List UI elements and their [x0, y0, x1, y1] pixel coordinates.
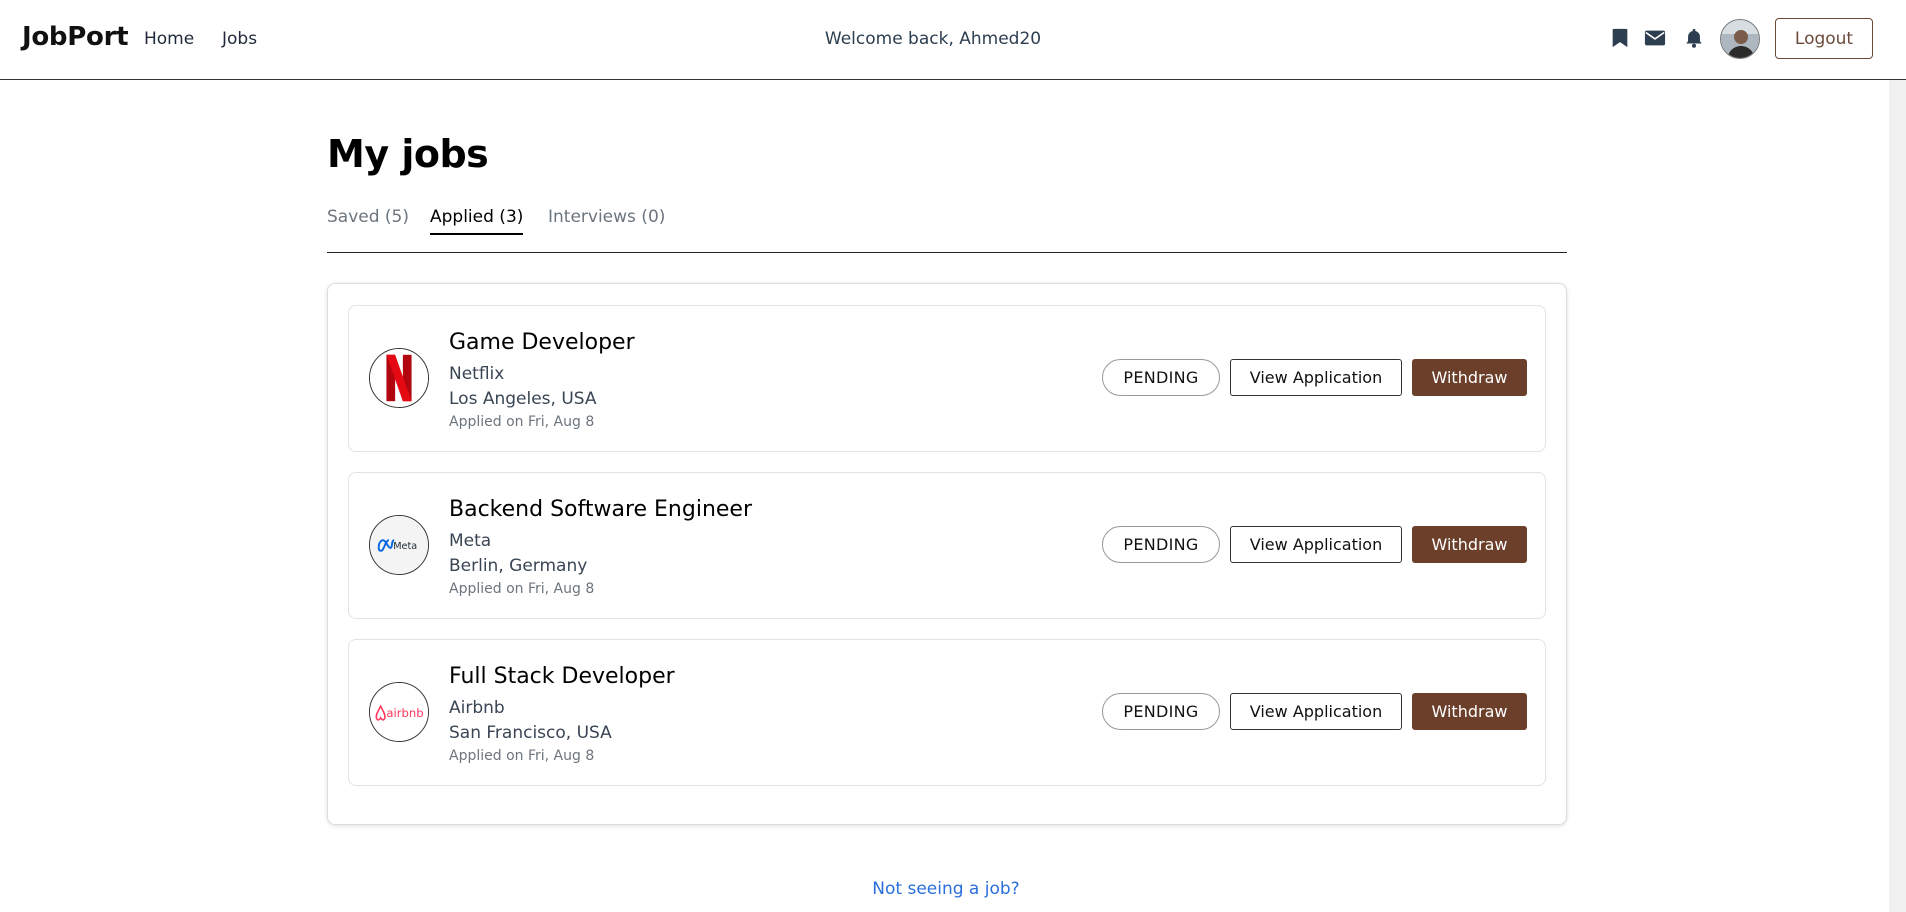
- job-company: Netflix: [449, 364, 505, 384]
- withdraw-button[interactable]: Withdraw: [1412, 693, 1527, 730]
- mail-icon[interactable]: [1644, 27, 1666, 49]
- bookmark-icon[interactable]: [1609, 27, 1631, 49]
- applied-jobs-card: Game Developer Netflix Los Angeles, USA …: [327, 283, 1567, 825]
- bell-icon[interactable]: [1683, 27, 1705, 49]
- status-badge: PENDING: [1102, 359, 1220, 396]
- top-navbar: JobPort Home Jobs Welcome back, Ahmed20 …: [0, 0, 1906, 80]
- withdraw-button[interactable]: Withdraw: [1412, 526, 1527, 563]
- tab-saved[interactable]: Saved (5): [327, 207, 409, 235]
- view-application-button[interactable]: View Application: [1230, 359, 1402, 396]
- welcome-message: Welcome back, Ahmed20: [824, 29, 1042, 49]
- view-application-button[interactable]: View Application: [1230, 526, 1402, 563]
- user-avatar[interactable]: [1720, 19, 1760, 59]
- applied-date: Applied on Fri, Aug 8: [449, 581, 595, 597]
- status-badge: PENDING: [1102, 693, 1220, 730]
- my-jobs-tabs: Saved (5) Applied (3) Interviews (0): [327, 207, 1567, 253]
- applied-date: Applied on Fri, Aug 8: [449, 414, 595, 430]
- meta-logo-text: Meta: [393, 541, 417, 552]
- not-seeing-job-link[interactable]: Not seeing a job?: [0, 879, 1892, 899]
- job-location: Berlin, Germany: [449, 556, 588, 576]
- status-badge: PENDING: [1102, 526, 1220, 563]
- airbnb-logo-text: airbnb: [386, 706, 423, 720]
- page-scrollbar[interactable]: [1889, 80, 1906, 912]
- job-title[interactable]: Game Developer: [449, 330, 635, 355]
- job-company: Airbnb: [449, 698, 505, 718]
- job-company: Meta: [449, 531, 492, 551]
- job-card: Meta Backend Software Engineer Meta Berl…: [348, 472, 1546, 619]
- meta-logo: Meta: [369, 515, 429, 575]
- applied-date: Applied on Fri, Aug 8: [449, 748, 595, 764]
- tab-applied[interactable]: Applied (3): [430, 207, 524, 235]
- withdraw-button[interactable]: Withdraw: [1412, 359, 1527, 396]
- airbnb-logo: airbnb: [369, 682, 429, 742]
- page-title: My jobs: [327, 132, 489, 176]
- logout-button[interactable]: Logout: [1775, 18, 1873, 59]
- job-card: Game Developer Netflix Los Angeles, USA …: [348, 305, 1546, 452]
- job-location: Los Angeles, USA: [449, 389, 597, 409]
- tab-interviews[interactable]: Interviews (0): [548, 207, 665, 235]
- netflix-logo: [369, 348, 429, 408]
- job-title[interactable]: Full Stack Developer: [449, 664, 675, 689]
- job-card: airbnb Full Stack Developer Airbnb San F…: [348, 639, 1546, 786]
- job-title[interactable]: Backend Software Engineer: [449, 497, 752, 522]
- job-location: San Francisco, USA: [449, 723, 612, 743]
- view-application-button[interactable]: View Application: [1230, 693, 1402, 730]
